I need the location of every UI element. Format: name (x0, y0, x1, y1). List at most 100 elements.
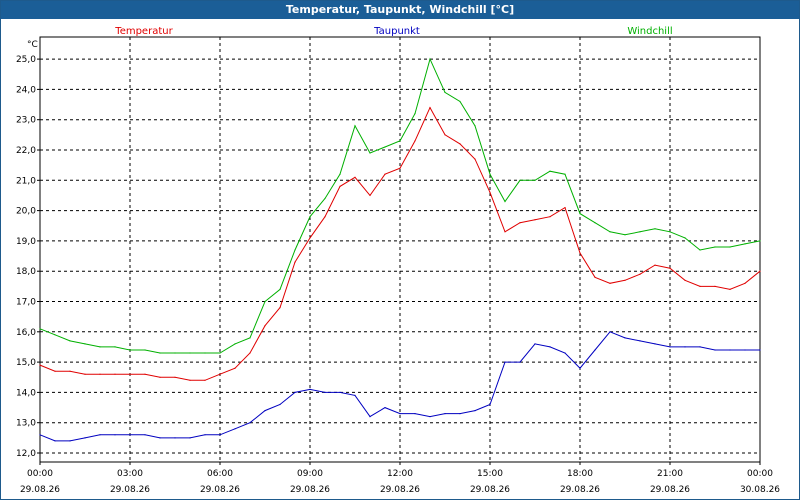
data-point-taupunkt (54, 440, 56, 442)
data-point-taupunkt (339, 391, 341, 393)
data-point-taupunkt (489, 403, 491, 406)
data-point-temperatur (474, 158, 476, 160)
data-point-taupunkt (264, 410, 266, 412)
data-point-windchill (369, 152, 371, 154)
legend-entry-windchill: Windchill (627, 26, 672, 37)
data-point-taupunkt (69, 440, 71, 442)
data-point-temperatur (69, 370, 71, 372)
data-point-taupunkt (114, 434, 116, 436)
chart-svg: °C 12,0 13,0 14,0 15,0 16,0 17,0 18,0 19,0 20,0 2… (16, 26, 780, 495)
data-point-windchill (459, 100, 461, 103)
data-point-taupunkt (279, 403, 281, 406)
data-point-temperatur (729, 288, 731, 290)
data-point-windchill (354, 125, 356, 127)
data-point-windchill (339, 173, 341, 175)
x-tick-date: 29.08.26 (470, 485, 510, 495)
data-point-taupunkt (144, 434, 146, 436)
y-tick-label: 25,0 (16, 55, 36, 65)
y-tick-label: 24,0 (16, 85, 36, 95)
x-tick-time: 09:00 (297, 469, 323, 479)
data-point-windchill (204, 352, 206, 354)
data-point-windchill (144, 349, 146, 351)
data-point-taupunkt (669, 346, 671, 348)
data-point-taupunkt (639, 340, 641, 342)
x-tick-labels: 00:00 29.08.26 03:00 29.08.26 06:00 29.08.26 0… (20, 469, 780, 495)
data-point-temperatur (744, 282, 746, 284)
data-point-temperatur (549, 216, 551, 218)
data-point-temperatur (369, 194, 371, 196)
data-point-windchill (99, 346, 101, 348)
data-point-windchill (174, 352, 176, 354)
data-point-taupunkt (234, 428, 236, 430)
data-point-taupunkt (354, 394, 356, 396)
x-tick-time: 00:00 (27, 469, 53, 479)
data-point-taupunkt (519, 361, 521, 363)
data-point-temperatur (519, 222, 521, 224)
data-point-windchill (414, 113, 416, 115)
data-point-windchill (84, 343, 86, 345)
data-point-temperatur (504, 231, 506, 233)
data-point-windchill (234, 343, 236, 345)
data-point-windchill (504, 200, 506, 203)
data-point-windchill (264, 300, 266, 303)
data-point-taupunkt (249, 422, 251, 424)
x-tick-date: 29.08.26 (20, 485, 60, 495)
data-point-windchill (444, 91, 446, 93)
data-point-taupunkt (219, 434, 221, 436)
data-point-temperatur (309, 237, 311, 239)
y-tick-label: 18,0 (16, 267, 36, 277)
x-tick-date: 29.08.26 (380, 485, 420, 495)
y-tick-label: 21,0 (16, 176, 36, 186)
data-point-windchill (429, 58, 431, 60)
data-point-windchill (294, 249, 296, 251)
data-point-temperatur (264, 325, 266, 327)
x-tick-date: 29.08.26 (290, 485, 330, 495)
data-point-temperatur (174, 376, 176, 378)
x-tick-date: 29.08.26 (650, 485, 690, 495)
data-point-taupunkt (564, 352, 566, 354)
data-point-temperatur (594, 276, 596, 278)
data-point-windchill (759, 240, 761, 242)
data-point-temperatur (684, 279, 686, 281)
data-point-taupunkt (159, 437, 161, 439)
data-point-temperatur (324, 216, 326, 218)
data-point-temperatur (444, 134, 446, 136)
data-point-windchill (279, 288, 281, 290)
data-point-taupunkt (384, 407, 386, 409)
data-point-windchill (744, 243, 746, 245)
data-point-temperatur (714, 285, 716, 287)
data-point-windchill (594, 222, 596, 224)
data-point-taupunkt (504, 361, 506, 363)
x-tick-date: 29.08.26 (200, 485, 240, 495)
data-point-temperatur (759, 270, 761, 272)
data-point-temperatur (144, 373, 146, 375)
data-point-windchill (489, 173, 491, 175)
data-point-windchill (474, 125, 476, 127)
x-tick-time: 21:00 (657, 469, 683, 479)
data-point-windchill (399, 140, 401, 142)
data-point-taupunkt (579, 367, 581, 369)
y-tick-label: 13,0 (16, 419, 36, 429)
data-point-temperatur (579, 252, 581, 254)
data-point-taupunkt (174, 437, 176, 439)
data-point-taupunkt (459, 413, 461, 415)
data-point-temperatur (249, 352, 251, 354)
data-point-taupunkt (549, 346, 551, 348)
x-tick-date: 29.08.26 (560, 485, 600, 495)
data-point-temperatur (654, 264, 656, 266)
x-tick-time: 06:00 (207, 469, 233, 479)
x-tick-time: 18:00 (567, 469, 593, 479)
data-point-windchill (384, 146, 386, 148)
data-point-windchill (519, 179, 521, 181)
data-point-taupunkt (474, 410, 476, 412)
data-point-temperatur (609, 282, 611, 284)
data-point-taupunkt (699, 346, 701, 348)
y-tick-label: 15,0 (16, 358, 36, 368)
data-point-windchill (669, 231, 671, 233)
data-point-taupunkt (369, 416, 371, 418)
data-point-taupunkt (684, 346, 686, 348)
data-point-temperatur (459, 143, 461, 145)
data-point-windchill (189, 352, 191, 354)
data-point-windchill (624, 234, 626, 236)
data-point-windchill (219, 352, 221, 354)
